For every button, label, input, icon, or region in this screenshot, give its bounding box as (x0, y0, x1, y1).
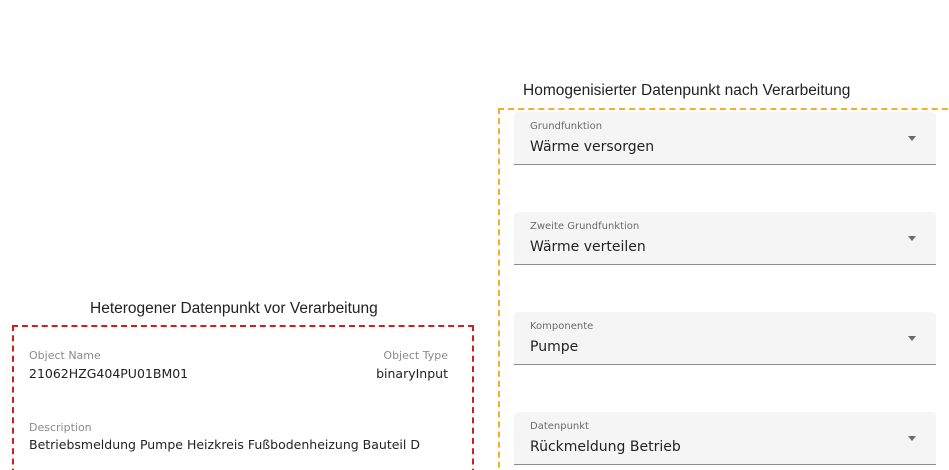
komponente-value: Pumpe (530, 339, 579, 355)
description-label: Description (29, 421, 92, 434)
object-type-value: binaryInput (376, 366, 448, 381)
heterogeneous-title: Heterogener Datenpunkt vor Verarbeitung (90, 300, 378, 317)
object-name-value: 21062HZG404PU01BM01 (29, 366, 189, 381)
komponente-select[interactable]: Komponente Pumpe (514, 312, 936, 365)
komponente-label: Komponente (530, 321, 594, 332)
grundfunktion-label: Grundfunktion (530, 121, 603, 132)
zweite-grundfunktion-value: Wärme verteilen (530, 239, 646, 255)
figure-canvas: Homogenisierter Datenpunkt nach Verarbei… (0, 0, 949, 470)
zweite-grundfunktion-select[interactable]: Zweite Grundfunktion Wärme verteilen (514, 212, 936, 265)
grundfunktion-value: Wärme versorgen (530, 139, 655, 155)
object-name-label: Object Name (29, 349, 101, 362)
zweite-grundfunktion-label: Zweite Grundfunktion (530, 221, 640, 232)
datenpunkt-label: Datenpunkt (530, 421, 589, 432)
datenpunkt-value: Rückmeldung Betrieb (530, 439, 681, 455)
description-value: Betriebsmeldung Pumpe Heizkreis Fußboden… (29, 437, 420, 452)
chevron-down-icon[interactable] (908, 136, 916, 141)
chevron-down-icon[interactable] (908, 336, 916, 341)
chevron-down-icon[interactable] (908, 236, 916, 241)
chevron-down-icon[interactable] (908, 436, 916, 441)
datenpunkt-select[interactable]: Datenpunkt Rückmeldung Betrieb (514, 412, 936, 465)
grundfunktion-select[interactable]: Grundfunktion Wärme versorgen (514, 112, 936, 165)
homogenized-title: Homogenisierter Datenpunkt nach Verarbei… (523, 82, 851, 99)
object-type-label: Object Type (383, 349, 448, 362)
